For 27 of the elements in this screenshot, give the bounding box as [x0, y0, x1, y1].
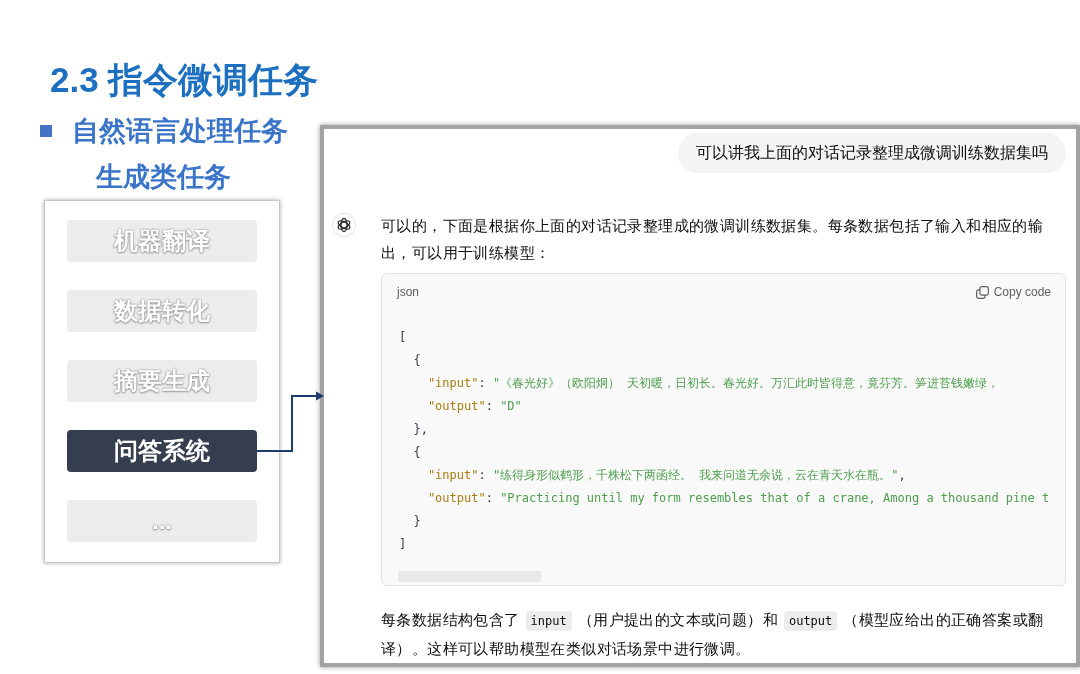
code-line: [ — [399, 330, 407, 344]
code-line: ] — [399, 537, 407, 551]
task-item: 摘要生成 — [67, 360, 257, 402]
code-line: "output": "D" — [427, 399, 522, 413]
task-item: 机器翻译 — [67, 220, 257, 262]
code-line: } — [413, 514, 421, 528]
copy-code-button[interactable]: Copy code — [975, 285, 1051, 299]
user-message-bubble: 可以讲我上面的对话记录整理成微调训练数据集吗 — [678, 133, 1066, 173]
task-item: 问答系统 — [67, 430, 257, 472]
code-line: }, — [413, 422, 428, 436]
task-item: ... — [67, 500, 257, 542]
code-line: "output": "Practicing until my form resembles that of a crane, Among a thousand pine t — [427, 491, 1050, 505]
code-line: { — [413, 353, 421, 367]
subheading: 生成类任务 — [96, 161, 231, 194]
assistant-summary: 每条数据结构包含了 input （用户提出的文本或问题）和 output （模型应给出的正确答案或翻译）。这样可以帮助模型在类似对话场景中进行微调。 — [381, 610, 1045, 659]
copy-icon — [975, 285, 989, 299]
bullet-heading: 自然语言处理任务 — [72, 115, 288, 148]
code-line: "input": "《春光好》（欧阳炯） 天初暖，日初长。春光好。万汇此时皆得意，竟芬芳。笋进苔钱嫩绿， — [427, 376, 1000, 390]
task-item: 数据转化 — [67, 290, 257, 332]
code-language-label: json — [397, 285, 419, 299]
assistant-message: 可以的，下面是根据你上面的对话记录整理成的微调训练数据集。每条数据包括了输入和相应的输出，可以用于训练模型： — [381, 216, 1045, 263]
connector-arrow — [256, 391, 324, 452]
bullet-square-icon — [40, 125, 52, 137]
slide-title: 2.3 指令微调任务 — [50, 59, 319, 101]
code-line: { — [413, 445, 421, 459]
code-line: "input": "练得身形似鹤形，千株松下两函经。 我来问道无余说，云在青天水在瓶。", — [427, 468, 906, 482]
knot-avatar-icon — [332, 213, 356, 237]
